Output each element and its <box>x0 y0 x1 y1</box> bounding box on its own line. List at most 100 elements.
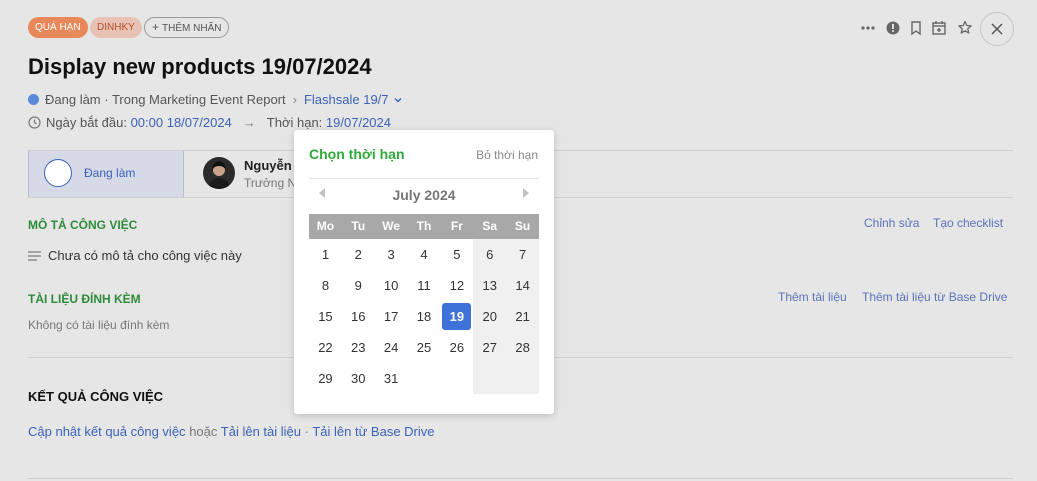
calendar-day[interactable]: 11 <box>408 270 441 301</box>
calendar-day[interactable]: 2 <box>342 239 375 270</box>
calendar-day-label: 19 <box>442 303 472 330</box>
description-empty: Chưa có mô tả cho công việc này <box>28 248 242 263</box>
star-icon[interactable] <box>956 19 974 37</box>
calendar-day[interactable]: 29 <box>309 363 342 394</box>
calendar-add-icon[interactable] <box>930 19 948 37</box>
calendar-day-label: 5 <box>453 247 461 262</box>
breadcrumb-separator: › <box>292 92 297 107</box>
calendar-day[interactable]: 16 <box>342 301 375 332</box>
update-results-link[interactable]: Cập nhật kết quả công việc <box>28 424 186 439</box>
task-breadcrumb: Đang làm · Trong Marketing Event Report … <box>28 92 403 107</box>
weekday-label: Sa <box>482 219 498 233</box>
more-icon[interactable] <box>859 19 877 37</box>
tag-overdue[interactable]: QUÁ HẠN <box>28 17 88 38</box>
calendar-day[interactable]: 24 <box>375 332 408 363</box>
calendar-week: 1 2 3 4 5 6 7 <box>309 239 540 270</box>
next-month-icon[interactable] <box>523 188 529 198</box>
calendar-empty-cell <box>440 363 473 394</box>
weekday-label: We <box>382 219 401 233</box>
calendar-week: 29 30 31 <box>309 363 540 394</box>
picker-title: Chọn thời hạn <box>309 146 405 162</box>
project-context[interactable]: · Trong Marketing Event Report <box>104 92 285 107</box>
calendar-day[interactable]: 4 <box>408 239 441 270</box>
attachments-title: TÀI LIỆU ĐÍNH KÈM <box>28 292 141 306</box>
tag-dinhky[interactable]: DINHKY <box>90 17 142 38</box>
calendar-day[interactable]: 18 <box>408 301 441 332</box>
subtask-link[interactable]: Flashsale 19/7 <box>304 92 389 107</box>
deadline-label: Thời hạn: <box>266 115 323 130</box>
calendar-day[interactable]: 15 <box>309 301 342 332</box>
results-dot: · <box>304 424 309 439</box>
calendar-day[interactable]: 5 <box>440 239 473 270</box>
create-checklist-link[interactable]: Tạo checklist <box>933 216 1003 230</box>
calendar-day-label: 23 <box>351 340 366 355</box>
chevron-down-icon[interactable] <box>393 95 403 105</box>
calendar-day[interactable]: 21 <box>506 301 540 332</box>
calendar-day-label: 12 <box>449 278 465 293</box>
start-date-value[interactable]: 00:00 18/07/2024 <box>131 115 232 130</box>
add-from-drive-link[interactable]: Thêm tài liệu từ Base Drive <box>862 290 1007 304</box>
weekday-label: Fr <box>450 219 463 233</box>
calendar-day-label: 31 <box>383 371 399 386</box>
calendar-day-label: 26 <box>449 340 465 355</box>
add-tag-label: THÊM NHÃN <box>162 23 222 34</box>
add-tag-button[interactable]: + THÊM NHÃN <box>144 17 230 38</box>
calendar-day[interactable]: 6 <box>473 239 507 270</box>
weekday-label: Su <box>514 219 531 233</box>
calendar-day[interactable]: 12 <box>440 270 473 301</box>
edit-description-link[interactable]: Chỉnh sửa <box>864 216 919 230</box>
calendar-day-label: 17 <box>383 309 399 324</box>
calendar-empty-cell <box>408 363 441 394</box>
calendar-day-label: 29 <box>318 371 333 386</box>
calendar-day[interactable]: 27 <box>473 332 507 363</box>
calendar-day[interactable]: 9 <box>342 270 375 301</box>
add-attachment-link[interactable]: Thêm tài liệu <box>778 290 847 304</box>
calendar-day[interactable]: 26 <box>440 332 473 363</box>
avatar[interactable] <box>203 157 235 189</box>
calendar-day[interactable]: 30 <box>342 363 375 394</box>
calendar-week: 15 16 17 18 19 20 21 <box>309 301 540 332</box>
calendar-day[interactable]: 31 <box>375 363 408 394</box>
start-date-label: Ngày bắt đầu: <box>46 115 127 130</box>
calendar-day[interactable]: 7 <box>506 239 540 270</box>
calendar-day[interactable]: 25 <box>408 332 441 363</box>
plus-icon: + <box>152 20 160 34</box>
calendar-day[interactable]: 20 <box>473 301 507 332</box>
clear-deadline-button[interactable]: Bỏ thời hạn <box>476 148 538 162</box>
calendar-day-label: 28 <box>515 340 530 355</box>
calendar-day-label: 14 <box>515 278 530 293</box>
deadline-value[interactable]: 19/07/2024 <box>326 115 391 130</box>
alert-icon[interactable] <box>884 19 902 37</box>
calendar-day[interactable]: 8 <box>309 270 342 301</box>
divider <box>28 478 1013 479</box>
status-circle-icon[interactable] <box>44 159 72 187</box>
calendar-day[interactable]: 14 <box>506 270 540 301</box>
calendar-day[interactable]: 17 <box>375 301 408 332</box>
calendar-day[interactable]: 3 <box>375 239 408 270</box>
calendar-day[interactable]: 22 <box>309 332 342 363</box>
calendar-day[interactable]: 13 <box>473 270 507 301</box>
calendar-day-label: 7 <box>518 247 527 262</box>
close-button[interactable] <box>980 12 1014 46</box>
upload-drive-link[interactable]: Tải lên từ Base Drive <box>312 424 434 439</box>
calendar-day-label: 25 <box>416 340 432 355</box>
calendar-day[interactable]: 23 <box>342 332 375 363</box>
picker-divider <box>309 178 539 179</box>
task-title: Display new products 19/07/2024 <box>28 54 372 79</box>
calendar-day[interactable]: 28 <box>506 332 540 363</box>
calendar-day[interactable]: 1 <box>309 239 342 270</box>
results-or: hoặc <box>189 424 218 439</box>
weekday-header: Mo Tu We Th Fr Sa Su <box>309 214 539 239</box>
upload-file-link[interactable]: Tải lên tài liệu <box>221 424 301 439</box>
weekday-label: Tu <box>351 219 366 233</box>
text-lines-icon <box>28 250 41 261</box>
calendar-day-label: 6 <box>486 247 494 262</box>
calendar-day-label: 30 <box>351 371 366 386</box>
status-toggle[interactable]: Đang làm <box>28 151 184 197</box>
bookmark-icon[interactable] <box>907 19 925 37</box>
calendar-body: 1 2 3 4 5 6 7 8 9 10 11 12 13 14 15 16 17 18 19 20 21 22 23 24 2… <box>309 239 540 394</box>
calendar-day[interactable]: 19 <box>440 301 473 332</box>
assignee-role: Trưởng N <box>244 176 297 190</box>
calendar-day[interactable]: 10 <box>375 270 408 301</box>
status-dot-icon <box>28 94 39 105</box>
